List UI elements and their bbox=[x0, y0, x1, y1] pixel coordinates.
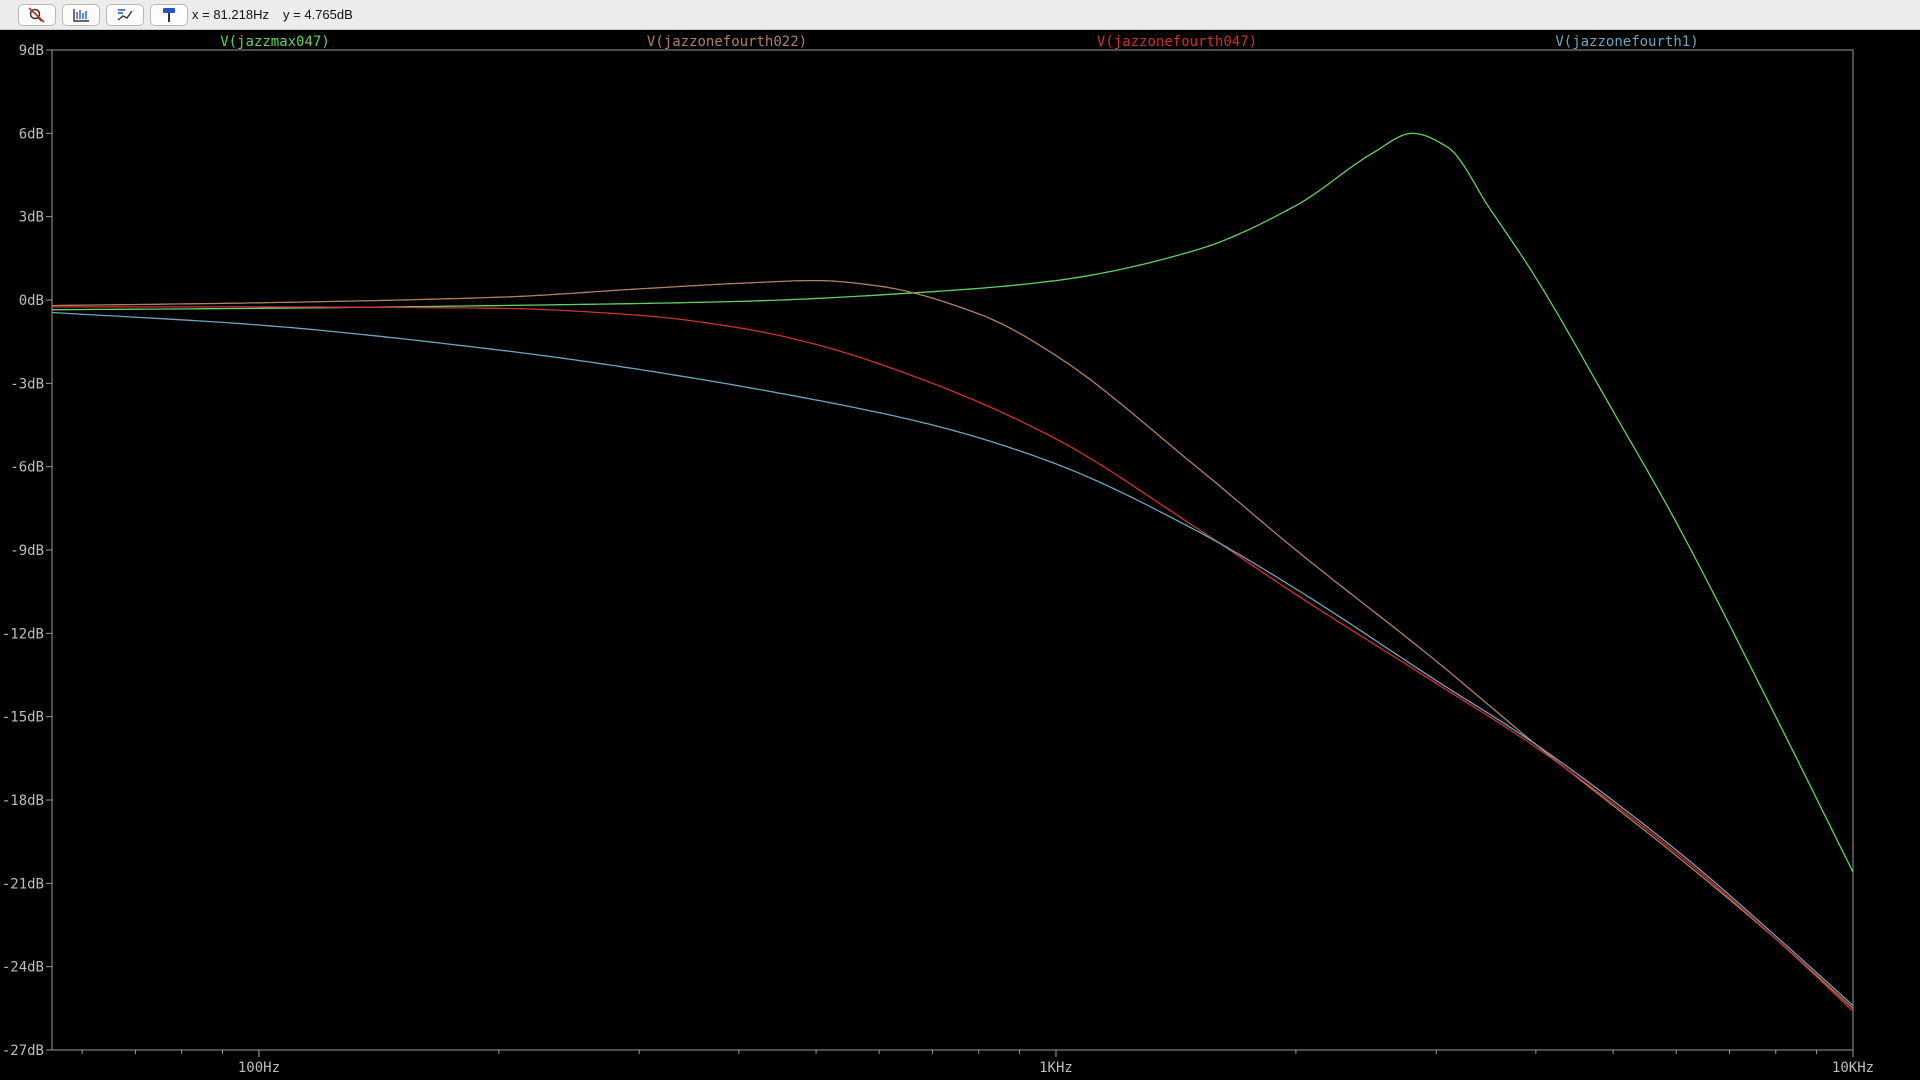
trace-vjazzmax047[interactable] bbox=[52, 132, 1854, 873]
trace-vjazzonefourth047[interactable] bbox=[52, 306, 1854, 1012]
y-tick-label: -6dB bbox=[10, 460, 44, 476]
autorange-button[interactable] bbox=[62, 4, 100, 26]
probe-icon bbox=[163, 8, 175, 22]
waveform-plot[interactable]: 9dB 6dB 3dB 0dB -3dB -6dB -9dB -12dB -15dB -18dB -… bbox=[0, 30, 1920, 1080]
legend-label[interactable]: V(jazzmax047) bbox=[220, 34, 330, 50]
y-tick-label: 9dB bbox=[19, 43, 44, 59]
y-tick-label: -21dB bbox=[2, 876, 44, 892]
trace-vjazzonefourth1[interactable] bbox=[51, 311, 1854, 1007]
y-tick-label: 0dB bbox=[19, 293, 44, 309]
cursor-x-readout: x = 81.218Hz bbox=[192, 7, 269, 22]
zoom-cancel-button[interactable] bbox=[18, 4, 56, 26]
trace-group bbox=[51, 132, 1854, 1012]
plot-border bbox=[51, 49, 1854, 1051]
legend-label[interactable]: V(jazzonefourth047) bbox=[1097, 34, 1257, 50]
y-tick-label: -18dB bbox=[2, 793, 44, 809]
trace-vjazzonefourth022[interactable] bbox=[51, 279, 1854, 1009]
zoom-cancel-icon bbox=[28, 7, 45, 23]
legend-label[interactable]: V(jazzonefourth1) bbox=[1555, 34, 1698, 50]
mark-data-icon bbox=[117, 9, 133, 21]
y-axis: 9dB 6dB 3dB 0dB -3dB -6dB -9dB -12dB -15dB -18dB -… bbox=[2, 43, 52, 1059]
plot-frame bbox=[51, 49, 1854, 1051]
y-tick-label: -3dB bbox=[10, 376, 44, 392]
y-tick-label: -27dB bbox=[2, 1043, 44, 1059]
y-tick-label: 6dB bbox=[19, 126, 44, 142]
autorange-icon bbox=[73, 9, 89, 22]
mark-data-button[interactable] bbox=[106, 4, 144, 26]
x-tick-label: 1KHz bbox=[1039, 1060, 1073, 1076]
x-tick-label: 10KHz bbox=[1832, 1060, 1874, 1076]
y-tick-label: -12dB bbox=[2, 626, 44, 642]
legend-label[interactable]: V(jazzonefourth022) bbox=[647, 34, 807, 50]
y-tick-label: -15dB bbox=[2, 710, 44, 726]
y-tick-label: -24dB bbox=[2, 960, 44, 976]
x-tick-label: 100Hz bbox=[238, 1060, 280, 1076]
y-tick-label: -9dB bbox=[10, 543, 44, 559]
y-tick-label: 3dB bbox=[19, 210, 44, 226]
x-axis: 100Hz 1KHz 10KHz bbox=[81, 1050, 1874, 1076]
cursor-y-readout: y = 4.765dB bbox=[283, 7, 353, 22]
legend: V(jazzmax047) V(jazzonefourth022) V(jazzon… bbox=[220, 34, 1698, 50]
plot-toolbar: x = 81.218Hz y = 4.765dB bbox=[0, 0, 1920, 30]
probe-button[interactable] bbox=[150, 4, 188, 26]
